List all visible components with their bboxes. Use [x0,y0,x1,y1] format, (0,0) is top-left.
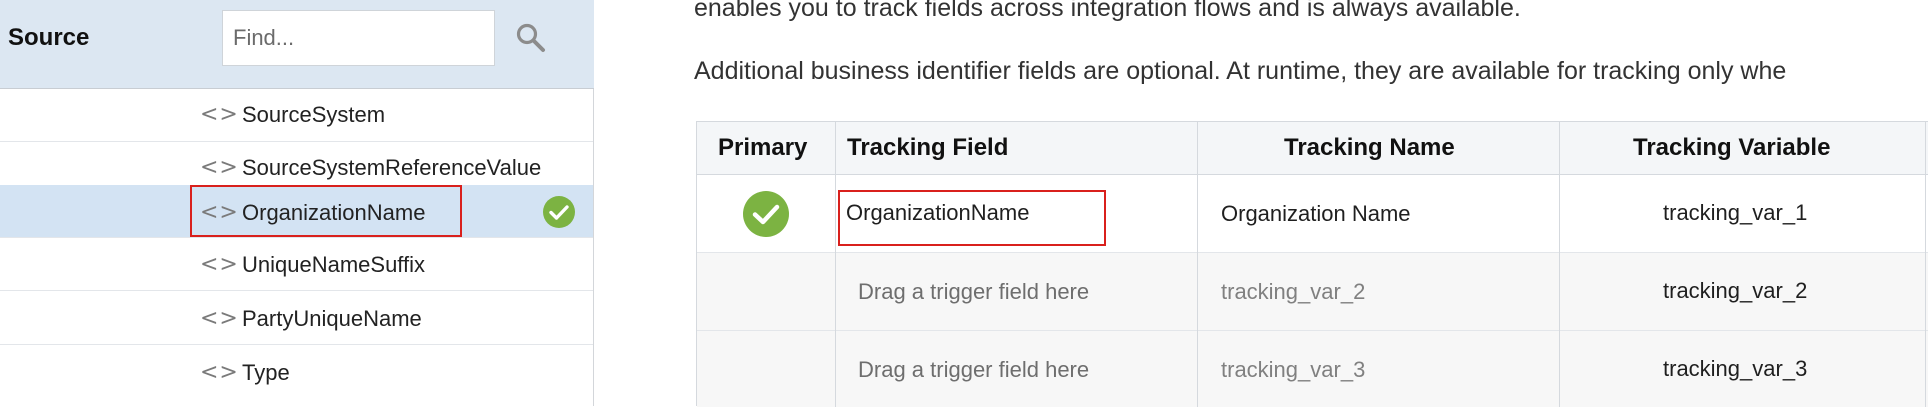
column-header-tracking-name: Tracking Name [1284,134,1455,161]
tracking-field-highlight [838,190,1106,246]
tracking-name-value[interactable]: tracking_var_3 [1221,357,1365,383]
tree-item-label: SourceSystemReferenceValue [242,155,542,180]
tracking-fields-table: Primary Tracking Field Tracking Name Tra… [696,121,1928,407]
tree-item-label: UniqueNameSuffix [242,252,426,277]
tree-item-label: SourceSystem [242,102,386,127]
search-icon[interactable] [515,22,547,54]
column-header-tracking-field: Tracking Field [847,134,1009,161]
column-header-tracking-variable: Tracking Variable [1633,134,1831,161]
tracking-variable-value: tracking_var_3 [1663,356,1808,381]
tracking-field-drop-target[interactable]: Drag a trigger field here [858,357,1089,383]
angle-brackets-icon: <> [200,306,239,331]
column-header-primary: Primary [718,134,808,161]
tracking-name-value[interactable]: tracking_var_2 [1221,279,1365,305]
table-header-row: Primary Tracking Field Tracking Name Tra… [697,122,1928,175]
table-row[interactable]: Drag a trigger field here tracking_var_3… [697,331,1928,407]
primary-checkmark-icon[interactable] [742,190,790,238]
table-row[interactable]: Drag a trigger field here tracking_var_2… [697,253,1928,331]
angle-brackets-icon: <> [200,102,239,127]
angle-brackets-icon: <> [200,252,239,277]
column-divider [835,122,836,407]
column-divider [1197,122,1198,407]
tracking-field-drop-target[interactable]: Drag a trigger field here [858,279,1089,305]
source-panel-title: Source [8,24,90,51]
selected-field-highlight [190,185,462,237]
tree-item-sourcesystem[interactable]: <> SourceSystem [0,89,593,142]
source-panel-header: Source [0,0,594,89]
column-divider [1559,122,1560,407]
tree-item-partyuniquename[interactable]: <> PartyUniqueName [0,292,593,345]
description-paragraph-1: enables you to track fields across integ… [694,0,1521,22]
column-divider [1925,122,1926,407]
description-paragraph-2: Additional business identifier fields ar… [694,57,1787,85]
tree-item-label: Type [242,360,290,385]
checkmark-icon [543,196,575,228]
tree-item-type[interactable]: <> Type [0,346,593,406]
tree-item-uniquenamesuffix[interactable]: <> UniqueNameSuffix [0,238,593,291]
angle-brackets-icon: <> [200,360,239,385]
angle-brackets-icon: <> [200,155,239,180]
find-input[interactable] [222,10,495,66]
source-panel: Source <> SourceSystem <> SourceSystemRe… [0,0,594,406]
tracking-name-value[interactable]: Organization Name [1221,201,1411,227]
tree-item-label: PartyUniqueName [242,306,422,331]
tracking-variable-value: tracking_var_2 [1663,278,1808,303]
tracking-variable-value: tracking_var_1 [1663,200,1808,225]
